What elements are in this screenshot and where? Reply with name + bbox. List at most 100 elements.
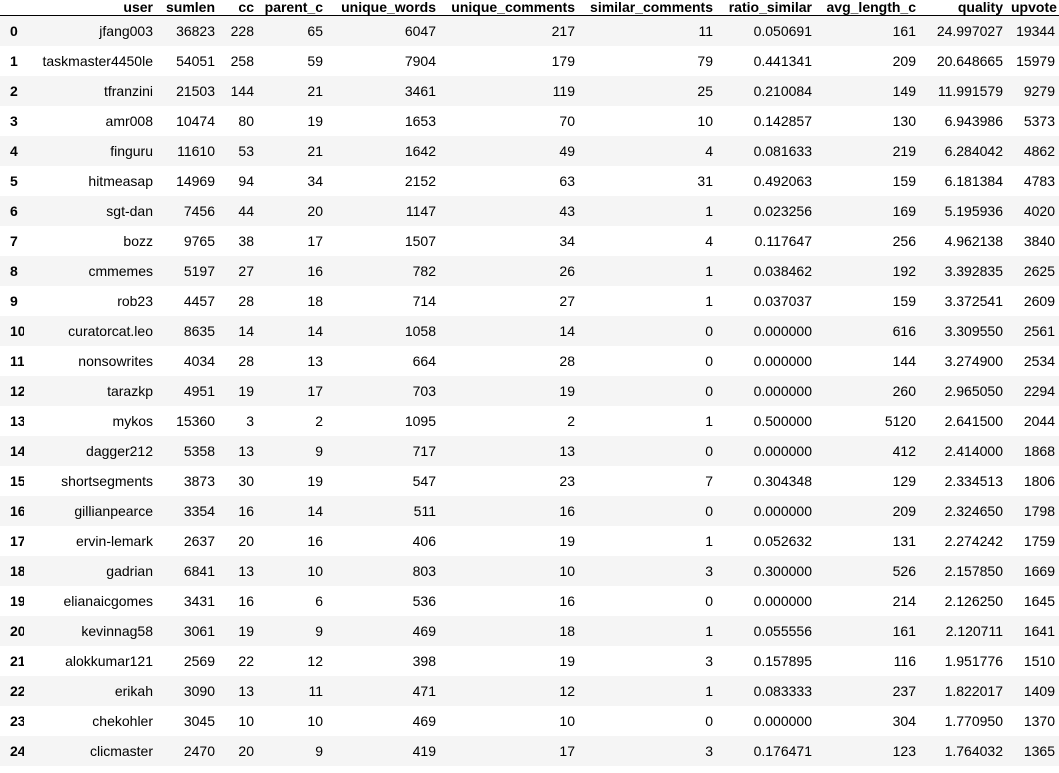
cell-parent-c: 17 [307,382,323,399]
cell-avg-length-c: 131 [892,532,916,549]
cell-similar-comments: 31 [697,172,713,189]
cell-avg-length-c: 116 [893,652,916,669]
cell-unique-words: 714 [412,292,436,309]
cell-similar-comments: 0 [705,442,713,459]
cell-unique-comments: 10 [559,712,575,729]
cell-parent-c: 20 [307,202,323,219]
cell-unique-comments: 26 [559,262,575,279]
cell-similar-comments: 7 [705,472,713,489]
cell-unique-comments: 18 [559,622,575,639]
cell-quality: 20.648665 [936,52,1003,69]
cell-cc: 27 [238,262,254,279]
cell-upvote: 2294 [1023,382,1055,399]
cell-similar-comments: 1 [705,412,713,429]
cell-ratio-similar: 0.050691 [753,22,812,39]
cell-similar-comments: 0 [705,322,713,339]
cell-unique-words: 471 [412,682,436,699]
cell-avg-length-c: 161 [892,22,916,39]
cell-cc: 19 [238,382,254,399]
table-row: 9 rob23 4457 28 18 714 27 1 0.037037 159 3.372541 2… [0,285,1059,316]
cell-user: dagger212 [86,442,153,459]
cell-ratio-similar: 0.176471 [753,742,812,759]
cell-sumlen: 4457 [183,292,215,309]
cell-upvote: 9279 [1023,82,1055,99]
cell-parent-c: 10 [307,562,323,579]
cell-parent-c: 9 [315,442,323,459]
cell-upvote: 1669 [1023,562,1055,579]
cell-user: bozz [123,232,153,249]
row-index: 19 [10,592,24,609]
cell-cc: 30 [238,472,254,489]
cell-ratio-similar: 0.210084 [753,82,812,99]
cell-parent-c: 19 [307,112,323,129]
cell-unique-words: 782 [412,262,436,279]
row-index: 17 [10,532,24,549]
cell-cc: 10 [238,712,254,729]
cell-quality: 2.126250 [944,592,1003,609]
row-index: 11 [10,352,24,369]
cell-similar-comments: 1 [705,262,713,279]
cell-sumlen: 2470 [183,742,215,759]
header-index [0,0,24,16]
cell-quality: 6.943986 [944,112,1003,129]
cell-upvote: 1510 [1023,652,1055,669]
cell-parent-c: 16 [307,262,323,279]
table-row: 5 hitmeasap 14969 94 34 2152 63 31 0.492063 159 6.… [0,165,1059,196]
cell-upvote: 4783 [1023,172,1055,189]
cell-parent-c: 13 [307,352,323,369]
cell-user: tarazkp [107,382,153,399]
cell-similar-comments: 3 [705,742,713,759]
cell-avg-length-c: 123 [892,742,916,759]
cell-cc: 144 [230,82,254,99]
cell-cc: 22 [238,652,254,669]
cell-quality: 2.334513 [944,472,1003,489]
cell-avg-length-c: 130 [892,112,916,129]
cell-sumlen: 2569 [183,652,215,669]
cell-ratio-similar: 0.052632 [753,532,812,549]
cell-unique-words: 7904 [404,52,436,69]
cell-ratio-similar: 0.492063 [753,172,812,189]
cell-quality: 4.962138 [944,232,1003,249]
cell-parent-c: 10 [307,712,323,729]
row-index: 6 [10,202,18,219]
cell-user: finguru [110,142,153,159]
cell-quality: 2.414000 [944,442,1003,459]
cell-parent-c: 19 [307,472,323,489]
cell-parent-c: 21 [307,142,323,159]
cell-quality: 24.997027 [936,22,1003,39]
table-row: 8 cmmemes 5197 27 16 782 26 1 0.038462 192 3.39283… [0,255,1059,286]
row-index: 15 [10,472,24,489]
cell-avg-length-c: 161 [892,622,916,639]
cell-parent-c: 6 [315,592,323,609]
cell-similar-comments: 1 [705,292,713,309]
cell-unique-words: 1095 [404,412,436,429]
cell-upvote: 1365 [1023,742,1055,759]
table-row: 22 erikah 3090 13 11 471 12 1 0.083333 237 1.82201… [0,675,1059,706]
cell-cc: 13 [238,562,254,579]
cell-user: gillianpearce [74,502,153,519]
cell-sumlen: 3873 [183,472,215,489]
cell-quality: 1.764032 [944,742,1003,759]
cell-upvote: 2625 [1023,262,1055,279]
cell-unique-words: 1653 [404,112,436,129]
cell-cc: 53 [238,142,254,159]
row-index: 1 [10,52,18,69]
cell-cc: 13 [238,682,254,699]
cell-cc: 28 [238,352,254,369]
cell-ratio-similar: 0.000000 [753,592,812,609]
cell-ratio-similar: 0.300000 [753,562,812,579]
cell-quality: 1.951776 [944,652,1003,669]
cell-unique-comments: 34 [559,232,575,249]
cell-upvote: 1868 [1023,442,1055,459]
row-index: 13 [10,412,24,429]
cell-upvote: 1645 [1023,592,1055,609]
cell-unique-comments: 49 [559,142,575,159]
header-row: user sumlen cc parent_c unique_words uni… [0,0,1059,16]
cell-ratio-similar: 0.055556 [753,622,812,639]
cell-avg-length-c: 169 [892,202,916,219]
table-row: 19 elianaicgomes 3431 16 6 536 16 0 0.000000 214 2… [0,585,1059,616]
cell-sumlen: 11610 [177,142,215,159]
cell-ratio-similar: 0.117647 [754,232,812,249]
cell-unique-comments: 70 [559,112,575,129]
cell-sumlen: 5197 [183,262,215,279]
